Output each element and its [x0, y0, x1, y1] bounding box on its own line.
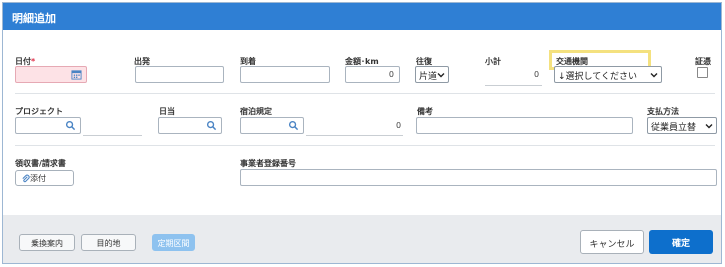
payment-label: 支払方法 [647, 107, 679, 116]
lodging-underline [306, 135, 403, 136]
add-detail-dialog: 明細追加 日付* 出発 到着 金額･km 往復 小計 交通機関 証憑 0 片道 … [2, 2, 722, 264]
row-divider [15, 93, 715, 94]
registration-no-label: 事業者登録番号 [240, 159, 296, 168]
registration-no-input[interactable] [240, 169, 717, 186]
attach-button[interactable]: 添付 [15, 170, 74, 186]
search-icon[interactable] [65, 120, 76, 131]
project-label: プロジェクト [15, 107, 63, 116]
dialog-title: 明細追加 [3, 3, 721, 30]
departure-input[interactable] [135, 66, 224, 83]
project-input[interactable] [15, 117, 81, 134]
lodging-amount: 0 [396, 121, 402, 130]
cancel-button[interactable]: キャンセル [580, 230, 644, 254]
remarks-label: 備考 [417, 107, 433, 116]
paperclip-icon [22, 174, 30, 183]
chevron-down-icon [705, 124, 713, 129]
row-divider [15, 145, 715, 146]
chevron-down-icon [437, 73, 445, 78]
search-icon[interactable] [288, 120, 299, 131]
date-field[interactable] [15, 66, 87, 83]
confirm-button[interactable]: 確定 [649, 230, 713, 254]
remarks-input[interactable] [416, 117, 633, 134]
subtotal-underline [485, 85, 542, 86]
search-icon[interactable] [206, 120, 217, 131]
chevron-down-icon [650, 73, 658, 78]
amount-km-input[interactable]: 0 [345, 66, 400, 83]
receipt-label: 領収書/請求書 [15, 159, 66, 168]
transport-select[interactable]: ↓選択してください [554, 66, 662, 83]
proof-checkbox[interactable] [697, 67, 708, 78]
lodging-input[interactable] [240, 117, 304, 134]
daily-allowance-input[interactable] [158, 117, 222, 134]
transfer-guide-button[interactable]: 乗換案内 [19, 234, 75, 251]
payment-select[interactable]: 従業員立替 [647, 117, 717, 134]
lodging-label: 宿泊規定 [240, 107, 272, 116]
subtotal-value: 0 [534, 70, 540, 79]
proof-label: 証憑 [695, 57, 711, 66]
required-mark: * [31, 57, 36, 66]
arrival-input[interactable] [240, 66, 330, 83]
round-trip-select[interactable]: 片道 [415, 66, 449, 83]
daily-allowance-label: 日当 [159, 107, 175, 116]
subtotal-label: 小計 [485, 57, 501, 66]
commuter-pass-button[interactable]: 定期区間 [152, 234, 195, 251]
project-underline [83, 135, 142, 136]
calendar-icon[interactable] [71, 69, 82, 80]
destination-button[interactable]: 目的地 [81, 234, 136, 251]
